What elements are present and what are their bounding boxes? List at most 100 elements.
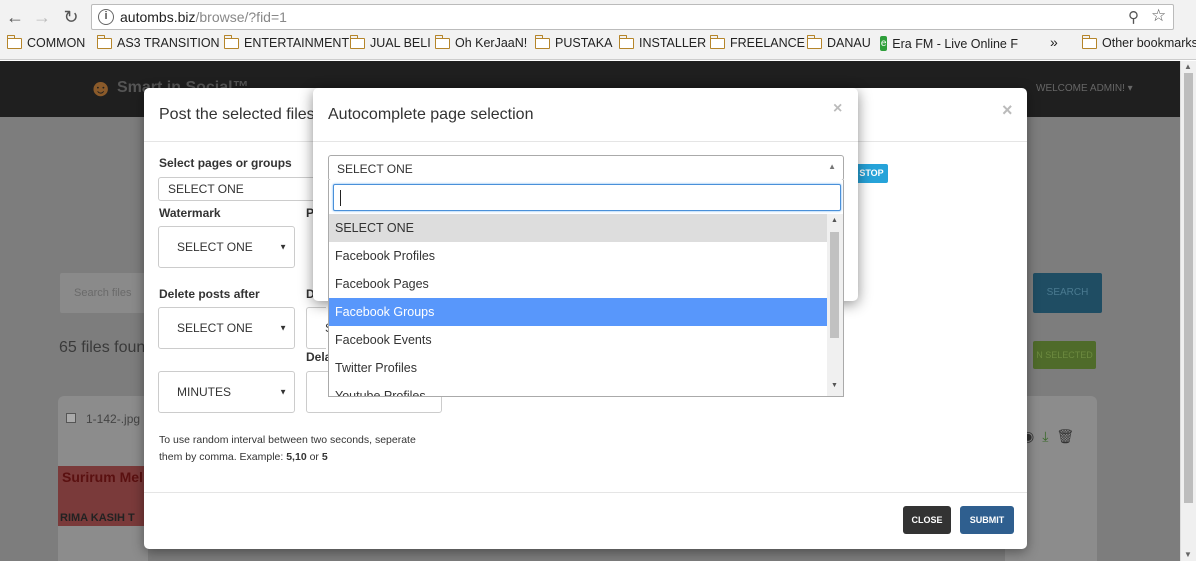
bookmarks-bar: COMMON AS3 TRANSITION ENTERTAINMENT JUAL… [0,34,1196,56]
file-checkbox[interactable] [66,413,76,423]
delete-after-label: Delete posts after [159,287,260,301]
dropdown-scrollbar[interactable]: ▲ ▼ [827,214,843,396]
watermark-select[interactable]: SELECT ONE ▼ [158,226,295,268]
dropdown-search-input[interactable] [333,184,841,211]
dropdown-option[interactable]: Facebook Pages [329,270,827,298]
bookmark-label: JUAL BELI [370,36,431,50]
bookmark-freelance[interactable]: FREELANCE [709,34,806,50]
bookmark-as3[interactable]: AS3 TRANSITION [96,34,220,50]
options-list: SELECT ONE Facebook Profiles Facebook Page… [329,214,827,396]
radio-icon: e [880,36,888,51]
bookmark-label: Oh KerJaaN! [455,36,528,50]
stop-button[interactable]: STOP [855,164,888,183]
download-icon[interactable]: ⤓ [1042,428,1056,444]
caret-down-icon: ▼ [279,323,287,333]
dropdown-option[interactable]: Facebook Events [329,326,827,354]
back-arrow-icon[interactable]: ← [4,6,26,28]
files-found-count: 65 files found [59,339,155,356]
select-pages-dropdown[interactable]: SELECT ONE [158,177,318,201]
autocomplete-title: Autocomplete page selection [328,106,534,123]
scrollbar-thumb[interactable] [830,232,839,338]
bookmark-label: Other bookmarks [1102,36,1196,50]
bookmark-label: FREELANCE [730,36,806,50]
note-example-2: 5 [321,451,328,463]
watermark-value: SELECT ONE [177,240,253,254]
select-pages-value: SELECT ONE [168,182,244,196]
bookmark-entertainment[interactable]: ENTERTAINMENT [223,34,350,50]
card-action-icons: ◉⤓🗑 [1022,428,1082,445]
delete-after-value: SELECT ONE [177,321,253,335]
search-button[interactable]: SEARCH [1033,273,1102,313]
folder-icon [434,34,450,49]
minutes-select[interactable]: MINUTES ▼ [158,371,295,413]
bookmark-label: ENTERTAINMENT [244,36,350,50]
combobox-value: SELECT ONE [337,162,413,176]
note-or: or [306,451,322,463]
bookmark-label: AS3 TRANSITION [117,36,220,50]
dropdown-option[interactable]: Youtube Profiles [329,382,827,396]
submit-button[interactable]: SUBMIT [960,506,1014,534]
scrollbar-thumb[interactable] [1184,73,1193,503]
bookmark-label: DANAU [827,36,871,50]
delete-after-select[interactable]: SELECT ONE ▼ [158,307,295,349]
divider [313,141,858,142]
reload-icon[interactable]: ↻ [60,6,82,28]
welcome-menu[interactable]: WELCOME ADMIN! ▾ [1036,83,1133,94]
modal-close-icon[interactable]: × [1002,100,1013,121]
bookmark-label: PUSTAKA [555,36,613,50]
bookmark-jual-beli[interactable]: JUAL BELI [349,34,431,50]
page-select-combobox[interactable]: SELECT ONE ▲ [328,155,844,181]
star-icon[interactable]: ☆ [1151,6,1166,26]
folder-icon [534,34,550,49]
bookmark-danau[interactable]: DANAU [806,34,871,50]
page-scrollbar[interactable]: ▲ ▼ [1180,61,1196,561]
folder-icon [96,34,112,49]
bookmark-label: COMMON [27,36,86,50]
bookmark-label: INSTALLER [639,36,707,50]
caret-down-icon: ▼ [279,387,287,397]
note-example-1: 5,10 [286,451,307,463]
bookmark-label: Era FM - Live Online F [892,36,1018,51]
d-select[interactable]: S [306,307,333,349]
thumbnail-text: Surirum Mel [62,469,143,485]
address-bar[interactable]: i autombs.biz/browse/?fid=1 ⚲ ☆ [91,4,1174,30]
minutes-value: MINUTES [177,385,231,399]
forward-arrow-icon[interactable]: → [31,6,53,28]
scroll-down-arrow-icon[interactable]: ▼ [831,382,838,389]
folder-icon [618,34,634,49]
other-bookmarks[interactable]: Other bookmarks [1081,34,1196,50]
scroll-down-arrow-icon[interactable]: ▼ [1184,550,1192,559]
close-button[interactable]: CLOSE [903,506,951,534]
scroll-up-arrow-icon[interactable]: ▲ [831,217,838,224]
dropdown-option[interactable]: Facebook Profiles [329,242,827,270]
folder-icon [1081,34,1097,49]
url-text: autombs.biz/browse/?fid=1 [120,9,287,25]
folder-icon [223,34,239,49]
bookmark-pustaka[interactable]: PUSTAKA [534,34,613,50]
bookmarks-overflow-icon[interactable]: » [1050,34,1058,50]
folder-icon [709,34,725,49]
caret-up-icon: ▲ [828,162,836,171]
url-host: autombs.biz [120,9,196,25]
info-icon[interactable]: i [98,9,114,25]
modal-title: Post the selected files [159,106,315,123]
autocomplete-close-icon[interactable]: × [833,100,842,118]
divider [144,492,1027,493]
folder-icon [6,34,22,49]
browser-chrome: ← → ↻ i autombs.biz/browse/?fid=1 ⚲ ☆ CO… [0,0,1196,60]
scroll-up-arrow-icon[interactable]: ▲ [1184,62,1192,71]
dropdown-option[interactable]: Facebook Groups [329,298,827,326]
bookmark-oh-kerjaan[interactable]: Oh KerJaaN! [434,34,528,50]
trash-icon[interactable]: 🗑 [1056,428,1082,444]
dropdown-option[interactable]: SELECT ONE [329,214,827,242]
watermark-label: Watermark [159,206,221,220]
page-select-dropdown: SELECT ONE Facebook Profiles Facebook Page… [328,180,844,397]
dropdown-option[interactable]: Twitter Profiles [329,354,827,382]
file-name: 1-142-.jpg [86,412,141,426]
bookmark-era-fm[interactable]: e Era FM - Live Online F [880,36,1018,51]
selected-button[interactable]: N SELECTED [1033,341,1096,369]
zoom-icon[interactable]: ⚲ [1128,8,1139,26]
bookmark-common[interactable]: COMMON [6,34,86,50]
bookmark-installer[interactable]: INSTALLER [618,34,707,50]
select-pages-label: Select pages or groups [159,156,292,170]
